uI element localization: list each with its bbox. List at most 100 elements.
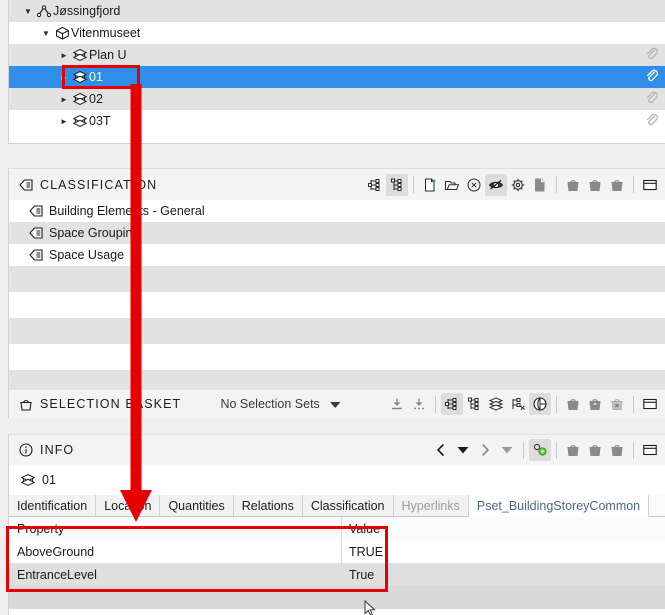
- tree-item-label: 02: [89, 92, 103, 106]
- selection-set-selector[interactable]: No Selection Sets: [220, 393, 346, 415]
- basket-add-icon[interactable]: [562, 393, 584, 415]
- classification-item[interactable]: Space Grouping: [9, 222, 665, 244]
- twisty-expanded-icon[interactable]: ▼: [39, 29, 53, 38]
- nav-next-menu-icon[interactable]: [496, 439, 518, 461]
- property-table-row[interactable]: EntranceLevel True: [9, 563, 665, 586]
- classification-item[interactable]: Building Elements - General: [9, 200, 665, 222]
- info-header: INFO: [9, 435, 665, 465]
- save-down-icon[interactable]: [408, 393, 430, 415]
- classification-item[interactable]: Space Usage: [9, 244, 665, 266]
- tree-item-01[interactable]: ► 01: [9, 66, 665, 88]
- basket-icon-2[interactable]: [584, 174, 606, 196]
- tab-quantities[interactable]: Quantities: [160, 495, 234, 516]
- visibility-off-icon[interactable]: [485, 173, 507, 196]
- property-name-cell: EntranceLevel: [9, 563, 342, 586]
- attachment-clip-icon[interactable]: [644, 68, 659, 86]
- site-icon: [35, 4, 53, 18]
- select-tree-icon[interactable]: [440, 393, 463, 415]
- hierarchy-icon[interactable]: [463, 393, 485, 415]
- basket-icon-3[interactable]: [606, 439, 628, 461]
- tab-identification[interactable]: Identification: [9, 495, 97, 516]
- storey-icon: [19, 473, 37, 487]
- storey-icon: [71, 114, 89, 128]
- property-name-cell: AboveGround: [9, 540, 342, 563]
- sphere-icon[interactable]: [528, 393, 551, 415]
- basket-icon-3[interactable]: [606, 174, 628, 196]
- toolbar-separator: [633, 441, 634, 459]
- load-down-icon[interactable]: [386, 393, 408, 415]
- twisty-collapsed-icon[interactable]: ►: [57, 51, 71, 60]
- panel-layout-icon[interactable]: [639, 393, 661, 415]
- tab-pset-buildingstoreycommon[interactable]: Pset_BuildingStoreyCommon: [468, 495, 650, 517]
- tree-item-plan-u[interactable]: ► Plan U: [9, 44, 665, 66]
- tree-item-vitenmuseet[interactable]: ▼ Vitenmuseet: [9, 22, 665, 44]
- tab-relations[interactable]: Relations: [233, 495, 303, 516]
- new-file-icon[interactable]: [419, 174, 441, 196]
- value-column-header: Value: [349, 521, 381, 536]
- tab-hyperlinks[interactable]: Hyperlinks: [393, 495, 469, 516]
- twisty-collapsed-icon[interactable]: ►: [57, 117, 71, 126]
- toolbar-separator: [556, 176, 557, 193]
- close-circle-icon[interactable]: [463, 174, 485, 196]
- settings-gear-icon[interactable]: [507, 174, 529, 196]
- panel-layout-icon[interactable]: [639, 174, 661, 196]
- basket-icon-2[interactable]: [584, 439, 606, 461]
- tab-classification[interactable]: Classification: [302, 495, 394, 516]
- classification-icon: [29, 249, 43, 261]
- selection-basket-toolbar[interactable]: [386, 393, 661, 415]
- basket-icon-1[interactable]: [562, 439, 584, 461]
- basket-icon-1[interactable]: [562, 174, 584, 196]
- attachment-clip-icon[interactable]: [644, 90, 659, 108]
- panel-layout-icon[interactable]: [639, 439, 661, 461]
- classification-toolbar[interactable]: [364, 173, 661, 196]
- property-table-row[interactable]: AboveGround TRUE: [9, 540, 665, 563]
- toolbar-separator: [434, 395, 436, 413]
- property-column-header: Property: [9, 517, 342, 540]
- open-folder-icon[interactable]: [441, 174, 463, 196]
- spatial-structure-tree[interactable]: ▼ Jøssingfjord ▼ Vitenmuseet ► Plan U ► 01 ► 02 ► 0…: [8, 0, 665, 144]
- basket-clear-icon[interactable]: [606, 393, 628, 415]
- attachment-clip-icon[interactable]: [644, 46, 659, 64]
- info-tab-bar[interactable]: Identification Location Quantities Relation…: [9, 495, 665, 517]
- info-panel: INFO 01 Identification Location Quantities…: [8, 434, 665, 615]
- caret-down-icon[interactable]: [325, 393, 347, 415]
- twisty-collapsed-icon[interactable]: ►: [57, 73, 71, 82]
- classification-empty-row: [9, 266, 665, 292]
- toolbar-separator: [555, 395, 557, 413]
- selection-basket-title: SELECTION BASKET: [40, 397, 182, 411]
- nav-previous-menu-icon[interactable]: [452, 439, 474, 461]
- select-nodes-icon[interactable]: [507, 393, 529, 415]
- storey-icon: [71, 92, 89, 106]
- expand-tree-icon[interactable]: [364, 174, 386, 196]
- classification-icon: [19, 178, 33, 191]
- tree-item-label: 03T: [89, 114, 111, 128]
- storey-icon: [71, 48, 89, 62]
- classification-list[interactable]: Building Elements - General Space Groupin…: [9, 200, 665, 396]
- nav-previous-icon[interactable]: [430, 439, 452, 461]
- property-table[interactable]: Property Value AboveGround TRUE EntranceLeve…: [9, 517, 665, 609]
- toolbar-separator: [413, 176, 414, 193]
- tree-item-02[interactable]: ► 02: [9, 88, 665, 110]
- tree-item-03t[interactable]: ► 03T: [9, 110, 665, 132]
- property-table-empty-row: [9, 586, 665, 609]
- info-toolbar[interactable]: [430, 439, 661, 461]
- tab-location[interactable]: Location: [96, 495, 161, 516]
- properties-icon[interactable]: [529, 439, 551, 461]
- classification-item-label: Space Grouping: [49, 226, 140, 240]
- classification-empty-row: [9, 344, 665, 370]
- basket-remove-icon[interactable]: [584, 393, 606, 415]
- attachment-clip-icon[interactable]: [644, 112, 659, 130]
- classification-panel: CLASSIFICATION Building Elements - Gener…: [8, 168, 665, 416]
- toolbar-separator: [632, 395, 634, 413]
- classification-item-label: Building Elements - General: [49, 204, 205, 218]
- tree-item-label: Plan U: [89, 48, 127, 62]
- tree-item-jøssingfjord[interactable]: ▼ Jøssingfjord: [9, 0, 665, 22]
- nav-next-icon[interactable]: [474, 439, 496, 461]
- classification-empty-row: [9, 292, 665, 318]
- twisty-expanded-icon[interactable]: ▼: [21, 7, 35, 16]
- export-page-icon[interactable]: [529, 174, 551, 196]
- storey-icon: [71, 70, 89, 84]
- collapse-tree-icon[interactable]: [386, 173, 408, 196]
- twisty-collapsed-icon[interactable]: ►: [57, 95, 71, 104]
- layers-icon[interactable]: [485, 393, 507, 415]
